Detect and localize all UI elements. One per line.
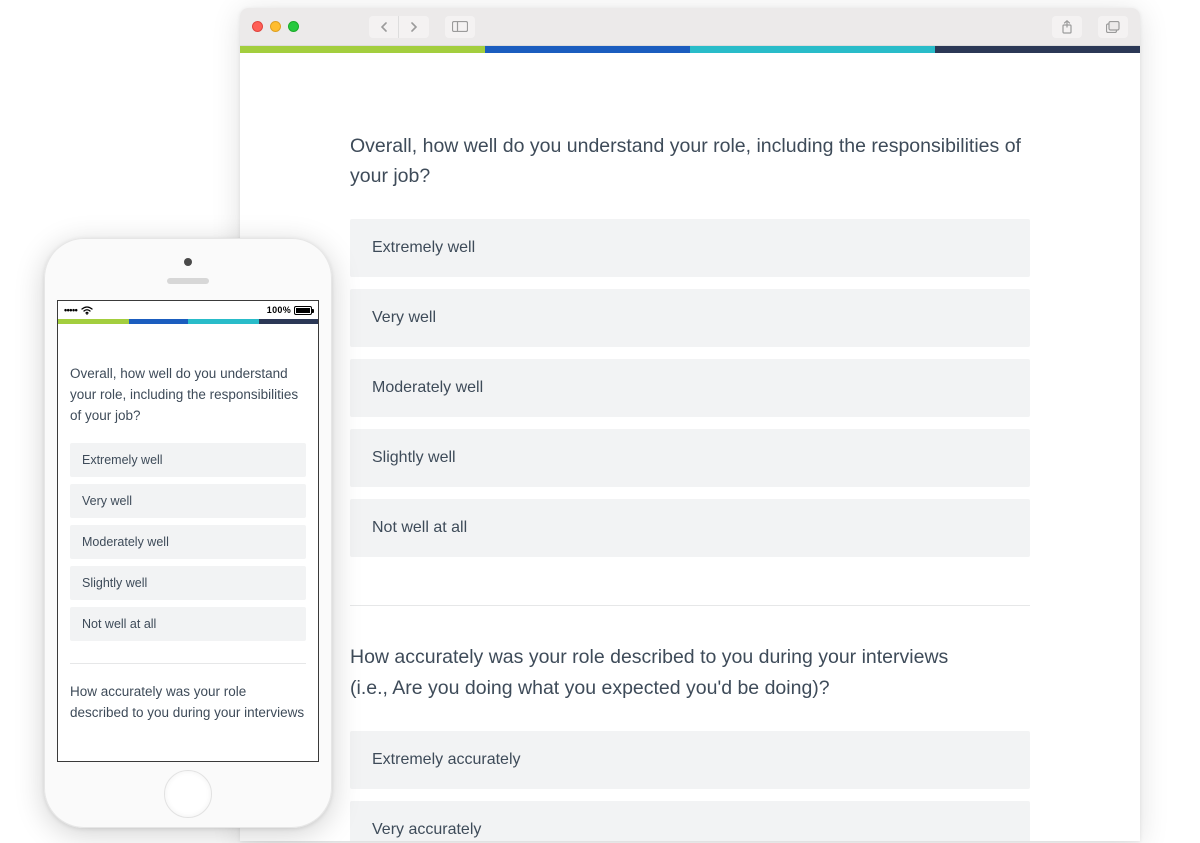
question-text: How accurately was your role described t… bbox=[350, 642, 1030, 702]
share-icon bbox=[1061, 20, 1073, 34]
answer-options: Extremely well Very well Moderately well… bbox=[350, 219, 1030, 557]
phone-survey-content: Overall, how well do you understand your… bbox=[58, 324, 318, 724]
brand-stripe bbox=[58, 319, 318, 324]
answer-option[interactable]: Very well bbox=[70, 484, 306, 518]
phone-speaker bbox=[167, 278, 209, 284]
nav-buttons bbox=[369, 16, 429, 38]
browser-toolbar bbox=[240, 8, 1140, 46]
answer-option[interactable]: Very well bbox=[350, 289, 1030, 347]
question-text: Overall, how well do you understand your… bbox=[350, 131, 1030, 191]
phone-mockup: ••••• 100% Overall, how well do you unde… bbox=[44, 238, 332, 828]
forward-button[interactable] bbox=[399, 16, 429, 38]
close-window-button[interactable] bbox=[252, 21, 263, 32]
brand-stripe bbox=[240, 46, 1140, 53]
answer-option[interactable]: Moderately well bbox=[350, 359, 1030, 417]
chevron-left-icon bbox=[380, 22, 388, 32]
answer-option[interactable]: Very accurately bbox=[350, 801, 1030, 841]
answer-option[interactable]: Not well at all bbox=[70, 607, 306, 641]
question-text: How accurately was your role described t… bbox=[70, 682, 306, 724]
phone-camera bbox=[184, 258, 192, 266]
question-block: How accurately was your role described t… bbox=[350, 642, 1030, 841]
signal-strength-icon: ••••• bbox=[64, 305, 77, 315]
answer-options: Extremely well Very well Moderately well… bbox=[70, 443, 306, 641]
survey-content: Overall, how well do you understand your… bbox=[240, 53, 1140, 841]
maximize-window-button[interactable] bbox=[288, 21, 299, 32]
back-button[interactable] bbox=[369, 16, 399, 38]
answer-option[interactable]: Extremely well bbox=[70, 443, 306, 477]
window-controls bbox=[252, 21, 299, 32]
answer-option[interactable]: Moderately well bbox=[70, 525, 306, 559]
question-text: Overall, how well do you understand your… bbox=[70, 364, 306, 427]
question-divider bbox=[70, 663, 306, 664]
answer-option[interactable]: Extremely accurately bbox=[350, 731, 1030, 789]
tabs-button[interactable] bbox=[1098, 16, 1128, 38]
minimize-window-button[interactable] bbox=[270, 21, 281, 32]
home-button[interactable] bbox=[164, 770, 212, 818]
tabs-icon bbox=[1106, 21, 1120, 33]
phone-screen: ••••• 100% Overall, how well do you unde… bbox=[57, 300, 319, 762]
sidebar-toggle-button[interactable] bbox=[445, 16, 475, 38]
share-button[interactable] bbox=[1052, 16, 1082, 38]
answer-option[interactable]: Not well at all bbox=[350, 499, 1030, 557]
wifi-icon bbox=[81, 306, 93, 315]
sidebar-icon bbox=[452, 21, 468, 32]
phone-statusbar: ••••• 100% bbox=[58, 301, 318, 319]
question-block: Overall, how well do you understand your… bbox=[350, 131, 1030, 557]
battery-icon bbox=[294, 306, 312, 315]
browser-window: Overall, how well do you understand your… bbox=[240, 8, 1140, 841]
answer-option[interactable]: Extremely well bbox=[350, 219, 1030, 277]
question-divider bbox=[350, 605, 1030, 606]
chevron-right-icon bbox=[410, 22, 418, 32]
answer-option[interactable]: Slightly well bbox=[70, 566, 306, 600]
answer-options: Extremely accurately Very accurately Mod… bbox=[350, 731, 1030, 841]
battery-percent-label: 100% bbox=[267, 305, 291, 315]
answer-option[interactable]: Slightly well bbox=[350, 429, 1030, 487]
